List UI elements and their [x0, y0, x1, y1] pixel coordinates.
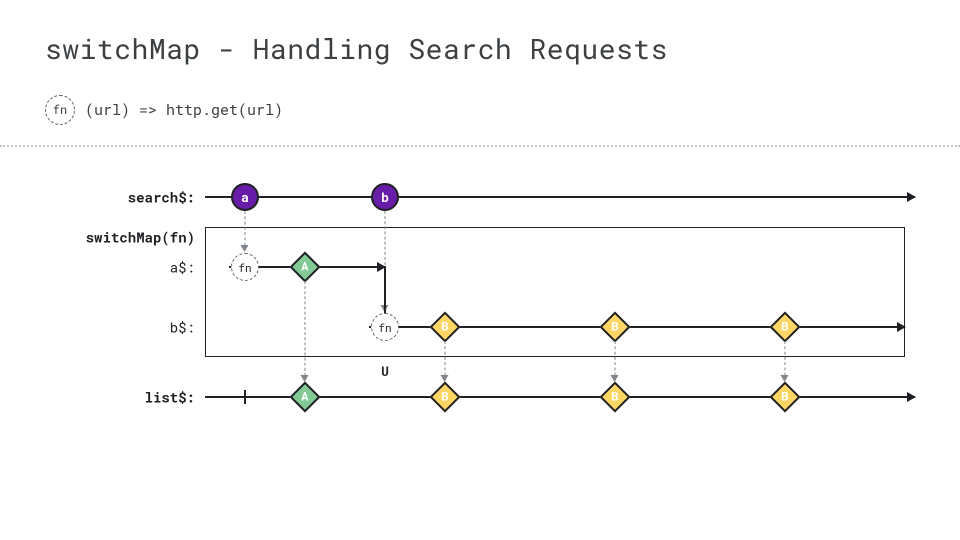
fn-code: (url) => http.get(url) [85, 100, 283, 120]
label-search: search$: [128, 188, 195, 207]
marble-search-a: a [231, 183, 259, 211]
unsubscribe-label: U [381, 362, 389, 380]
timeline-search [205, 196, 915, 198]
marble-search-b: b [371, 183, 399, 211]
marble-a-A: A [291, 253, 319, 281]
fn-node-a: fn [231, 253, 259, 281]
fn-definition-row: fn (url) => http.get(url) [45, 95, 915, 125]
marble-b-B1: B [431, 313, 459, 341]
tick-list-start [244, 390, 246, 404]
marble-list-A: A [291, 383, 319, 411]
divider-dotted [0, 145, 960, 147]
dash-a-to-fn [245, 211, 246, 251]
label-list: list$: [145, 388, 195, 407]
slide: switchMap - Handling Search Requests fn … [0, 0, 960, 540]
dash-B3-to-list [785, 341, 786, 381]
marble-list-B2: B [601, 383, 629, 411]
fn-badge-icon: fn [45, 95, 75, 125]
marble-list-B1: B [431, 383, 459, 411]
label-b-stream: b$: [170, 318, 195, 337]
label-a-stream: a$: [170, 258, 195, 277]
fn-node-b: fn [371, 313, 399, 341]
marble-b-B3: B [771, 313, 799, 341]
operator-box [205, 227, 905, 357]
dash-A-to-list [305, 281, 306, 381]
marble-list-B3: B [771, 383, 799, 411]
marble-diagram: search$: a b switchMap(fn) a$: fn A b$: … [45, 177, 915, 497]
dash-B1-to-list [445, 341, 446, 381]
dash-B2-to-list [615, 341, 616, 381]
label-operator: switchMap(fn) [86, 228, 195, 247]
marble-b-B2: B [601, 313, 629, 341]
page-title: switchMap - Handling Search Requests [45, 30, 915, 67]
